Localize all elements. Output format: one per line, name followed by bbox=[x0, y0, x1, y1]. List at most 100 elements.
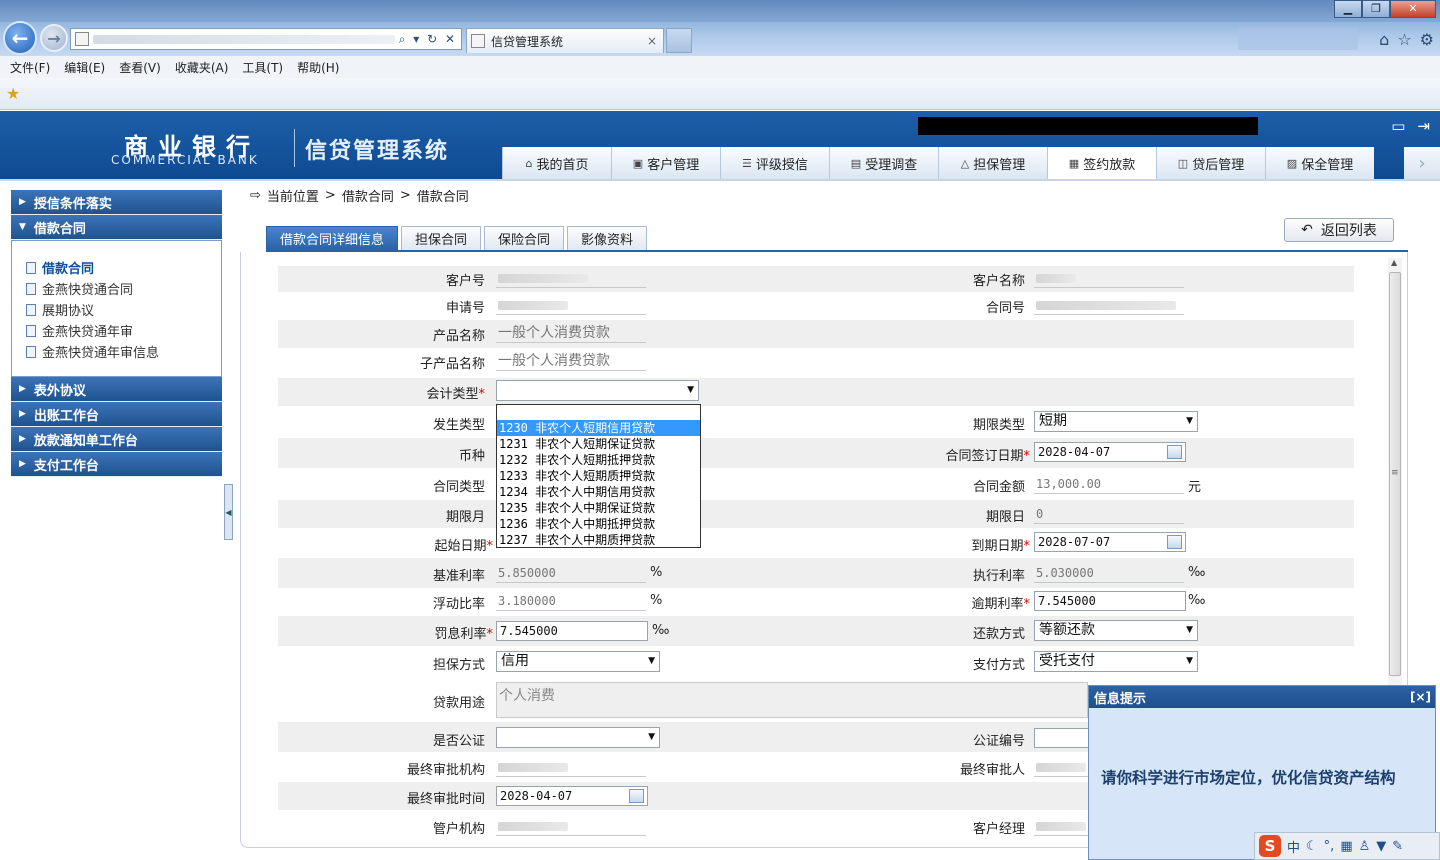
minimize-button[interactable]: ▁ bbox=[1334, 0, 1362, 18]
nav-tab-label: 保全管理 bbox=[1301, 157, 1354, 173]
menu-favorites[interactable]: 收藏夹(A) bbox=[175, 59, 229, 76]
input-value: 2028-04-07 bbox=[1038, 445, 1111, 459]
skin-icon[interactable]: ▼ bbox=[1376, 839, 1386, 854]
repay-method-select[interactable]: 等额还款 ▼ bbox=[1034, 620, 1198, 641]
tab-image-materials[interactable]: 影像资料 bbox=[567, 226, 648, 250]
logout-icon[interactable]: ⇥ bbox=[1417, 117, 1430, 135]
sidebar-submenu: 借款合同 金燕快贷通合同 展期协议 金燕快贷通年审 金燕快贷通年审信息 bbox=[11, 240, 222, 377]
penalty-rate-input[interactable]: 7.545000 bbox=[496, 621, 648, 641]
dropdown-option[interactable]: 1235 非农个人中期保证贷款 bbox=[497, 500, 700, 516]
sidebar-section-loan-notice[interactable]: ▶ 放款通知单工作台 bbox=[11, 427, 222, 452]
document-icon bbox=[26, 303, 36, 316]
address-tools-icon[interactable]: ⌕ ▾ ↻ ✕ bbox=[399, 32, 461, 47]
sidebar-item-annual-review-info[interactable]: 金燕快贷通年审信息 bbox=[26, 341, 221, 362]
notarized-select[interactable]: ▼ bbox=[496, 727, 660, 748]
nav-tab-survey[interactable]: ▤ 受理调查 bbox=[829, 147, 938, 179]
nav-tab-customer[interactable]: ▣ 客户管理 bbox=[611, 147, 720, 179]
calendar-icon[interactable] bbox=[1167, 445, 1182, 459]
redacted-value bbox=[498, 762, 568, 772]
accounting-type-select[interactable]: ▼ bbox=[496, 380, 699, 401]
notification-close-button[interactable]: [×] bbox=[1410, 690, 1431, 704]
nav-tab-home[interactable]: ⌂ 我的首页 bbox=[502, 147, 611, 179]
end-date-input[interactable]: 2028-07-07 bbox=[1034, 532, 1186, 552]
sidebar-section-off-balance[interactable]: ▶ 表外协议 bbox=[11, 377, 222, 402]
menu-view[interactable]: 查看(V) bbox=[119, 59, 161, 76]
settings-gear-icon[interactable]: ⚙ bbox=[1420, 30, 1434, 49]
nav-tab-rating[interactable]: ☰ 评级授信 bbox=[720, 147, 829, 179]
breadcrumb-item[interactable]: 借款合同 bbox=[342, 186, 394, 205]
nav-tab-label: 贷后管理 bbox=[1192, 157, 1245, 173]
dropdown-option[interactable]: 1233 非农个人短期质押贷款 bbox=[497, 468, 700, 484]
nav-tab-label: 担保管理 bbox=[973, 157, 1026, 173]
back-button[interactable]: ← bbox=[3, 21, 37, 55]
sidebar-item-loan-contract[interactable]: 借款合同 bbox=[26, 257, 221, 278]
sidebar-section-loan-contract[interactable]: ▼ 借款合同 bbox=[11, 215, 222, 240]
tab-contract-detail[interactable]: 借款合同详细信息 bbox=[266, 226, 399, 250]
scroll-up-icon[interactable]: ▲ bbox=[1391, 258, 1397, 267]
breadcrumb-item[interactable]: 借款合同 bbox=[417, 186, 469, 205]
sidebar-item-jinyan-contract[interactable]: 金燕快贷通合同 bbox=[26, 278, 221, 299]
calendar-icon[interactable] bbox=[1167, 535, 1182, 549]
nav-tab-postloan[interactable]: ◫ 贷后管理 bbox=[1156, 147, 1265, 179]
calendar-icon[interactable] bbox=[629, 789, 644, 803]
scrollbar-grip-icon: ≡ bbox=[1391, 468, 1399, 478]
sidebar-section-disbursement[interactable]: ▶ 出账工作台 bbox=[11, 402, 222, 427]
form-scrollbar[interactable]: ▲ ≡ bbox=[1388, 258, 1402, 688]
moon-icon[interactable]: ☾ bbox=[1306, 839, 1318, 854]
favorites-star-icon[interactable]: ☆ bbox=[1397, 30, 1411, 49]
dropdown-option[interactable]: 1231 非农个人短期保证贷款 bbox=[497, 436, 700, 452]
dropdown-option[interactable]: 1237 非农个人中期质押贷款 bbox=[497, 532, 700, 548]
term-type-label: 期限类型 bbox=[972, 418, 1025, 433]
menu-tools[interactable]: 工具(T) bbox=[242, 59, 283, 76]
chevron-right-icon: ▶ bbox=[19, 434, 26, 444]
window-close-button[interactable]: ✕ bbox=[1390, 0, 1436, 18]
chevron-down-icon: ▼ bbox=[19, 222, 26, 232]
customer-no-value bbox=[496, 268, 646, 288]
nav-tab-label: 评级授信 bbox=[755, 157, 808, 173]
maximize-button[interactable]: ❐ bbox=[1362, 0, 1390, 18]
browser-search-box[interactable] bbox=[1238, 28, 1358, 50]
menu-file[interactable]: 文件(F) bbox=[10, 59, 50, 76]
payment-select[interactable]: 受托支付 ▼ bbox=[1034, 651, 1198, 672]
tab-insurance-contract[interactable]: 保险合同 bbox=[484, 226, 565, 250]
new-tab-button[interactable] bbox=[666, 28, 692, 53]
menu-help[interactable]: 帮助(H) bbox=[297, 59, 339, 76]
nav-tab-preservation[interactable]: ▨ 保全管理 bbox=[1265, 147, 1374, 179]
browser-tab-active[interactable]: 信贷管理系统 × bbox=[466, 28, 664, 53]
final-time-input[interactable]: 2028-04-07 bbox=[496, 786, 648, 806]
nav-scroll-right-icon[interactable]: › bbox=[1404, 147, 1440, 179]
nav-tab-signing[interactable]: ▦ 签约放款 bbox=[1047, 147, 1156, 179]
tab-close-icon[interactable]: × bbox=[647, 34, 657, 48]
sidebar-section-payment[interactable]: ▶ 支付工作台 bbox=[11, 452, 222, 477]
overdue-rate-input[interactable]: 7.545000 bbox=[1034, 591, 1186, 611]
sign-date-input[interactable]: 2028-04-07 bbox=[1034, 442, 1186, 462]
add-favorite-icon[interactable]: ★ bbox=[6, 84, 20, 103]
address-bar[interactable]: ⌕ ▾ ↻ ✕ bbox=[70, 28, 462, 50]
user-icon[interactable]: ♙ bbox=[1359, 839, 1371, 854]
dropdown-option[interactable]: 1236 非农个人中期抵押贷款 bbox=[497, 516, 700, 532]
ime-mode[interactable]: 中 bbox=[1287, 837, 1300, 856]
home-icon[interactable]: ⌂ bbox=[1379, 30, 1389, 49]
menu-edit[interactable]: 编辑(E) bbox=[64, 59, 105, 76]
dropdown-option[interactable]: 1230 非农个人短期信用贷款 bbox=[497, 420, 700, 436]
sidebar-collapse-handle[interactable]: ◀ bbox=[224, 484, 233, 540]
nav-tab-guarantee[interactable]: △ 担保管理 bbox=[938, 147, 1047, 179]
purpose-textarea[interactable]: 个人消费 bbox=[496, 682, 1088, 718]
dropdown-option[interactable]: 1234 非农个人中期信用贷款 bbox=[497, 484, 700, 500]
tab-guarantee-contract[interactable]: 担保合同 bbox=[401, 226, 482, 250]
sidebar-item-extension[interactable]: 展期协议 bbox=[26, 299, 221, 320]
punctuation-icon[interactable]: °, bbox=[1324, 839, 1335, 854]
guarantee-label: 担保方式 bbox=[432, 658, 485, 673]
keyboard-icon[interactable]: ▦ bbox=[1340, 839, 1352, 854]
monitor-icon[interactable]: ▭ bbox=[1391, 117, 1405, 135]
tools-icon[interactable]: ✎ bbox=[1392, 839, 1403, 854]
notary-no-input[interactable] bbox=[1034, 728, 1094, 748]
term-type-select[interactable]: 短期 ▼ bbox=[1034, 411, 1198, 432]
dropdown-option[interactable]: 1232 非农个人短期抵押贷款 bbox=[497, 452, 700, 468]
guarantee-select[interactable]: 信用 ▼ bbox=[496, 651, 660, 672]
ime-logo-icon[interactable]: S bbox=[1259, 835, 1281, 857]
sidebar-section-credit-conditions[interactable]: ▶ 授信条件落实 bbox=[11, 190, 222, 215]
forward-button[interactable]: → bbox=[40, 24, 68, 52]
return-list-button[interactable]: ↶ 返回列表 bbox=[1284, 218, 1394, 242]
sidebar-item-annual-review[interactable]: 金燕快贷通年审 bbox=[26, 320, 221, 341]
